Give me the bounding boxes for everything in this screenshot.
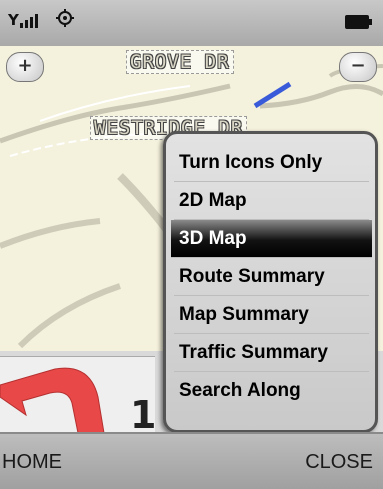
next-turn-distance: 1 — [130, 393, 157, 437]
home-softkey[interactable]: HOME — [2, 450, 62, 474]
menu-item-search-along[interactable]: Search Along — [174, 372, 369, 409]
menu-item-turn-icons-only[interactable]: Turn Icons Only — [174, 144, 369, 182]
menu-item-2d-map[interactable]: 2D Map — [174, 182, 369, 220]
battery-icon — [345, 15, 372, 29]
menu-item-3d-map[interactable]: 3D Map — [171, 220, 372, 258]
navigation-screen: Y + − GROVE DR WESTRIDGE DR 1 Turn Icons… — [0, 0, 383, 489]
zoom-out-button[interactable]: − — [339, 52, 377, 82]
turn-arrow-icon — [0, 367, 105, 434]
menu-item-route-summary[interactable]: Route Summary — [174, 258, 369, 296]
close-softkey[interactable]: CLOSE — [305, 450, 373, 474]
zoom-in-button[interactable]: + — [6, 52, 44, 82]
gps-icon — [56, 9, 74, 27]
view-options-menu: Turn Icons Only 2D Map 3D Map Route Summ… — [163, 131, 378, 433]
status-bar: Y — [0, 0, 383, 47]
menu-item-map-summary[interactable]: Map Summary — [174, 296, 369, 334]
menu-item-traffic-summary[interactable]: Traffic Summary — [174, 334, 369, 372]
signal-strength-icon: Y — [8, 10, 38, 28]
street-label-grove: GROVE DR — [126, 50, 234, 74]
softkey-bar: HOME CLOSE — [0, 432, 383, 489]
